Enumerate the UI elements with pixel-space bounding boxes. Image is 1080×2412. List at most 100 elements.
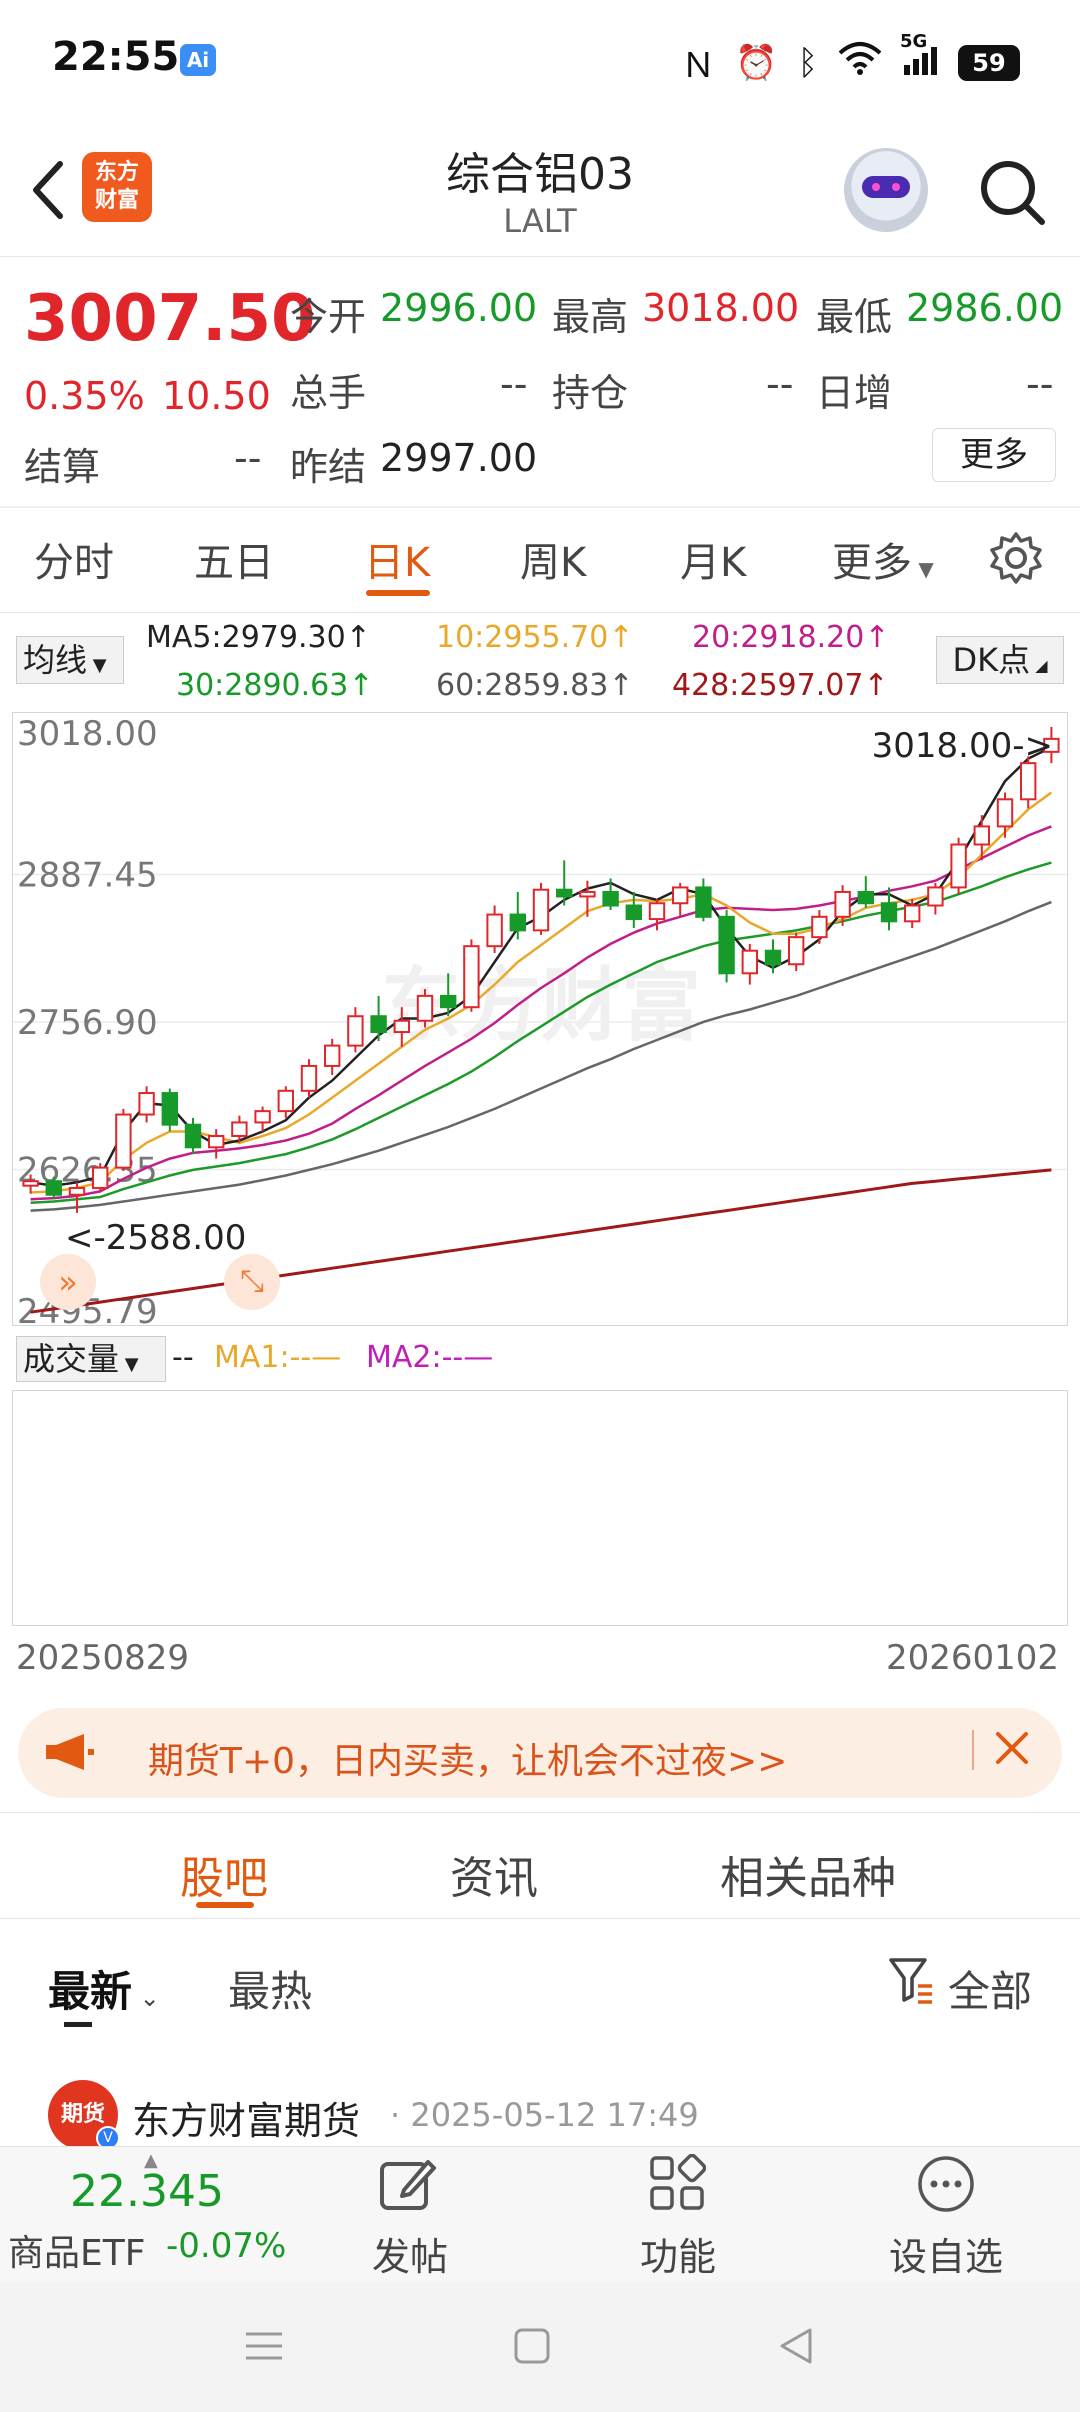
compose-icon[interactable] <box>378 2154 438 2218</box>
candle-body <box>834 890 851 918</box>
dropdown-arrow-icon: ▼ <box>119 1354 139 1375</box>
candle-body <box>764 949 782 966</box>
prev-settle-value: 2997.00 <box>380 436 538 480</box>
tabs-divider <box>0 612 1080 613</box>
status-time: 22:55 <box>52 34 180 80</box>
more-dots-icon[interactable] <box>916 2154 976 2218</box>
search-icon[interactable] <box>976 156 1048 228</box>
promo-text: 期货T+0，日内买卖，让机会不过夜>> <box>148 1741 788 1782</box>
signal-icon: 5G <box>900 31 938 80</box>
assistant-robot-icon[interactable] <box>844 148 928 232</box>
nav-add-watchlist[interactable]: 设自选 <box>876 2226 1016 2281</box>
promo-divider <box>972 1730 974 1770</box>
nav-post[interactable]: 发帖 <box>360 2226 460 2281</box>
candle-body <box>45 1180 62 1196</box>
tab-guba[interactable]: 股吧 <box>180 1842 268 1906</box>
dk-point-button[interactable]: DK点 ◢ <box>936 636 1064 684</box>
volume-value: -- <box>172 1340 194 1375</box>
candle-body <box>996 798 1014 828</box>
candle-body <box>324 1044 341 1067</box>
candle-body <box>625 904 642 921</box>
low-label: 最低 <box>816 295 893 339</box>
volume-label: 总手 <box>290 371 367 415</box>
candle-body <box>184 1123 202 1149</box>
filter-icon[interactable] <box>888 1956 934 2008</box>
expand-left-icon[interactable]: » <box>40 1254 96 1310</box>
candle-body <box>138 1092 155 1116</box>
candle-body <box>927 886 944 907</box>
tab-more[interactable]: 更多 ▼ <box>832 530 934 588</box>
ma428-value: 428:2597.07↑ <box>672 668 889 703</box>
ticker-change: -0.07% <box>166 2226 287 2266</box>
candle-body <box>208 1134 225 1149</box>
candle-body <box>857 890 874 905</box>
ma10-value: 10:2955.70↑ <box>436 620 634 655</box>
high-label: 最高 <box>552 295 629 339</box>
ma-select[interactable]: 均线 ▼ <box>16 636 124 684</box>
candle-body <box>695 886 712 918</box>
kline-svg: 3018.002887.452756.902626.352495.79东方财富3… <box>13 714 1069 1332</box>
nav-functions[interactable]: 功能 <box>628 2226 728 2281</box>
post-author[interactable]: 东方财富期货 <box>132 2090 360 2145</box>
kline-chart[interactable]: 3018.00 2887.45 2756.90 2626.35 2495.79 东方财富 3… <box>12 712 1069 1332</box>
bluetooth-icon: ᛒ <box>797 42 818 83</box>
menu-icon[interactable] <box>244 2326 284 2370</box>
more-quote-button[interactable]: 更多 <box>932 428 1056 482</box>
candle-body <box>22 1180 39 1187</box>
min-price-label: <-2588.00 <box>65 1218 246 1258</box>
candle-body <box>416 994 434 1022</box>
ma30-value: 30:2890.63↑ <box>176 668 374 703</box>
megaphone-icon <box>44 1732 96 1776</box>
candle-body <box>161 1092 178 1126</box>
candle-body <box>904 904 921 923</box>
ticker-price[interactable]: 22.345 <box>70 2166 224 2217</box>
community-tab-indicator <box>196 1902 254 1908</box>
close-icon[interactable] <box>990 1726 1034 1770</box>
open-value: 2996.00 <box>380 286 538 330</box>
feed-tab-hot[interactable]: 最热 <box>228 1958 312 2019</box>
candle-body <box>68 1186 86 1196</box>
tab-monthly-k[interactable]: 月K <box>680 530 746 588</box>
ma5-value: MA5:2979.30↑ <box>146 620 371 655</box>
gear-icon[interactable] <box>988 530 1044 586</box>
filter-all[interactable]: 全部 <box>948 1958 1032 2019</box>
status-bar: 22:55 Ai Ｎ ⏰ ᛒ 5G 59 <box>0 0 1080 120</box>
candle-body <box>254 1110 271 1124</box>
tab-daily-k[interactable]: 日K <box>364 530 430 588</box>
candle-body <box>556 888 573 898</box>
vol-ma1: MA1:--— <box>214 1340 342 1375</box>
candle-body <box>393 1019 410 1034</box>
oi-change-label: 日增 <box>816 371 893 415</box>
candle-body <box>532 888 550 932</box>
y-tick-label: 2756.90 <box>17 1003 158 1043</box>
tab-intraday[interactable]: 分时 <box>34 530 114 588</box>
back-nav-icon[interactable] <box>776 2326 816 2370</box>
quote-divider <box>0 506 1080 508</box>
home-icon[interactable] <box>512 2326 552 2370</box>
fullscreen-icon[interactable]: ⤡ <box>224 1254 280 1310</box>
feed-tab-latest[interactable]: 最新 ⌄ <box>48 1958 160 2019</box>
high-value: 3018.00 <box>642 286 800 330</box>
candle-body <box>648 902 666 921</box>
tab-news[interactable]: 资讯 <box>450 1842 538 1906</box>
ai-icon: Ai <box>180 44 216 76</box>
tab-weekly-k[interactable]: 周K <box>520 530 586 588</box>
volume-indicator-select[interactable]: 成交量 ▼ <box>16 1336 166 1382</box>
status-icons: Ｎ ⏰ ᛒ 5G 59 <box>681 31 1020 87</box>
prev-settle-label: 昨结 <box>290 445 367 489</box>
x-axis-end: 20260102 <box>886 1638 1060 1678</box>
candle-body <box>811 915 828 939</box>
volume-chart[interactable] <box>12 1390 1068 1626</box>
candle-body <box>509 913 526 932</box>
candle-body <box>718 915 735 975</box>
candle-body <box>347 1015 364 1047</box>
nfc-icon: Ｎ <box>681 46 716 86</box>
candle-body <box>1020 762 1037 801</box>
tab-related[interactable]: 相关品种 <box>720 1842 896 1906</box>
volume-value: -- <box>500 362 528 406</box>
ticker-name[interactable]: 商品ETF <box>8 2224 145 2276</box>
low-value: 2986.00 <box>906 286 1064 330</box>
last-price: 3007.50 <box>24 282 316 356</box>
tab-five-day[interactable]: 五日 <box>194 530 274 588</box>
apps-icon[interactable] <box>648 2153 707 2216</box>
